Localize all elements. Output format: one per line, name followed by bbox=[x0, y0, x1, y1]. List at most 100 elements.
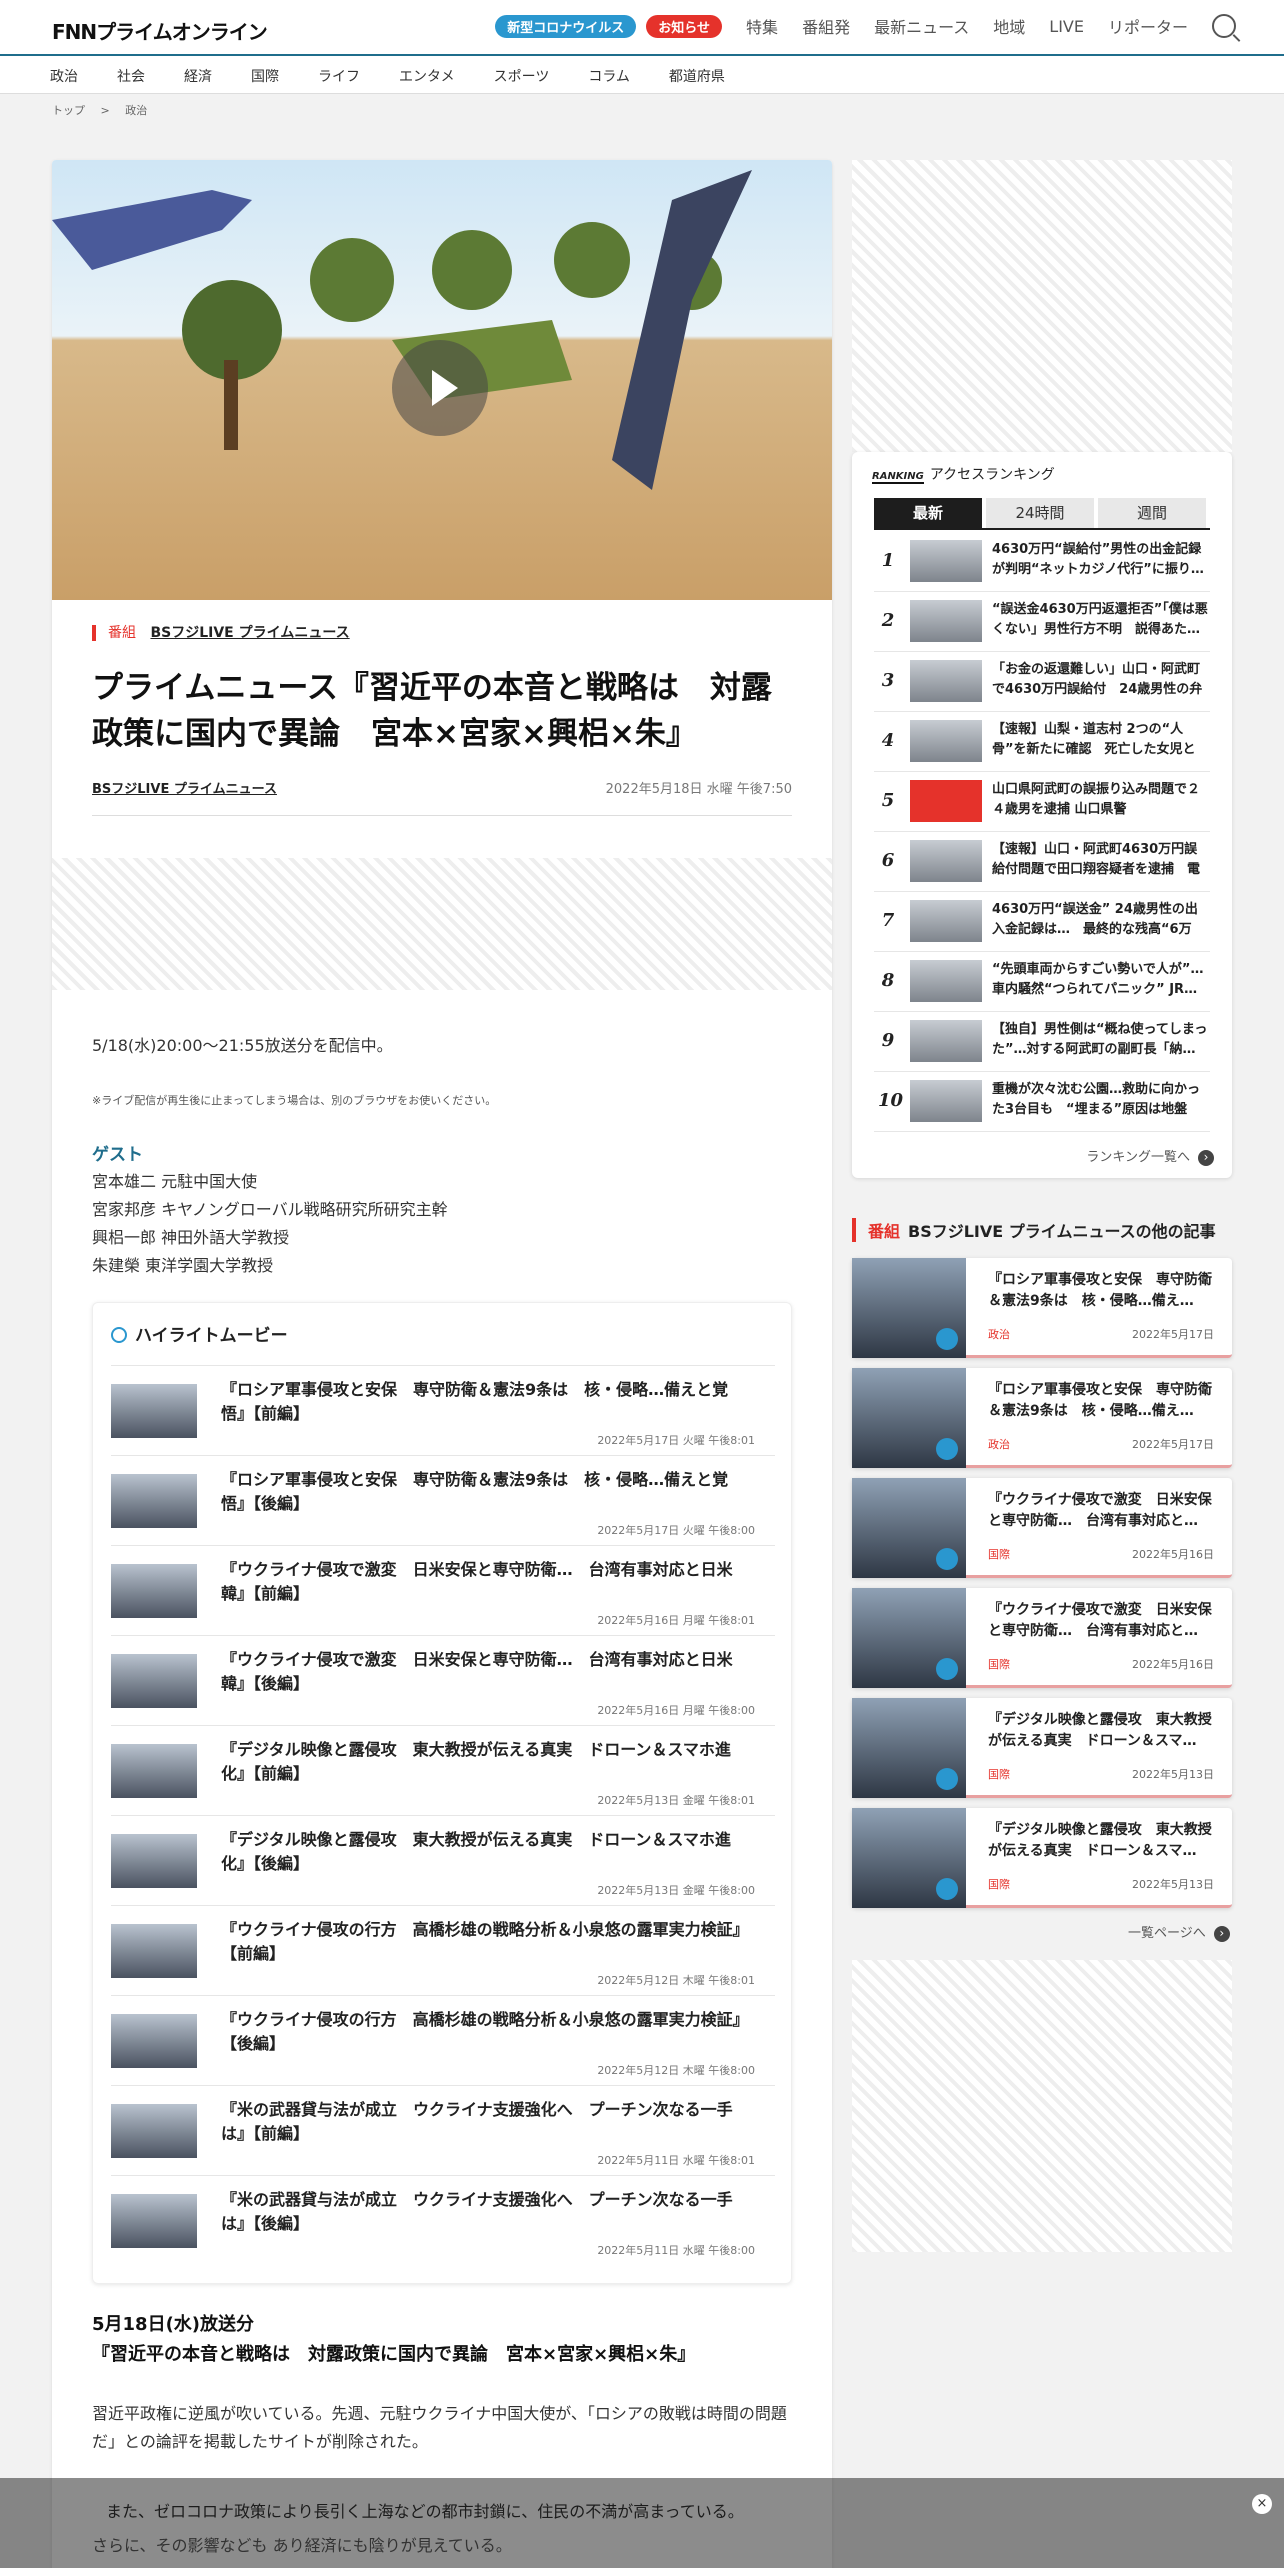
article-paragraph: 習近平政権に逆風が吹いている。先週、元駐ウクライナ中国大使が、「ロシアの敗戦は時… bbox=[92, 2404, 787, 2451]
highlight-item[interactable]: 『米の武器貸与法が成立 ウクライナ支援強化へ プーチン次なる一手は』【後編】 20… bbox=[111, 2175, 775, 2265]
other-article-card[interactable]: 『ロシア軍事侵攻と安保 専守防衛＆憲法9条は 核・侵略…備え… 政治 2022年5月… bbox=[852, 1368, 1232, 1468]
video-thumbnail bbox=[111, 1384, 197, 1438]
ranking-title: 「お金の返還難しい」山口・阿武町で4630万円誤給付 24歳男性の弁護… bbox=[992, 662, 1203, 697]
video-thumbnail bbox=[852, 1258, 966, 1358]
highlight-date: 2022年5月11日 水曜 午後8:00 bbox=[597, 2244, 755, 2257]
card-date: 2022年5月17日 bbox=[1132, 1328, 1214, 1341]
highlight-date: 2022年5月13日 金曜 午後8:00 bbox=[597, 1884, 755, 1897]
nav-item-politics[interactable]: 政治 bbox=[50, 66, 78, 86]
header-link-feature[interactable]: 特集 bbox=[746, 14, 778, 38]
ranking-title: 山口県阿武町の誤振り込み問題で２４歳男を逮捕 山口県警 bbox=[992, 782, 1201, 817]
ranking-item[interactable]: 1 4630万円“誤給付”男性の出金記録が判明“ネットカジノ代行”に振り… bbox=[874, 532, 1210, 592]
video-thumbnail bbox=[111, 2194, 197, 2248]
highlight-date: 2022年5月17日 火曜 午後8:00 bbox=[597, 1524, 755, 1537]
highlight-item[interactable]: 『米の武器貸与法が成立 ウクライナ支援強化へ プーチン次なる一手は』【前編】 20… bbox=[111, 2085, 775, 2175]
video-thumbnail bbox=[111, 1924, 197, 1978]
other-article-card[interactable]: 『デジタル映像と露侵攻 東大教授が伝える真実 ドローン＆スマ… 国際 2022年5月… bbox=[852, 1698, 1232, 1798]
ranking-item[interactable]: 5 山口県阿武町の誤振り込み問題で２４歳男を逮捕 山口県警 bbox=[874, 772, 1210, 832]
card-title: 『デジタル映像と露侵攻 東大教授が伝える真実 ドローン＆スマ… bbox=[988, 1822, 1212, 1859]
video-thumbnail bbox=[111, 2104, 197, 2158]
highlight-item[interactable]: 『ロシア軍事侵攻と安保 専守防衛＆憲法9条は 核・侵略…備えと覚悟』【後編】 20… bbox=[111, 1455, 775, 1545]
header-link-latest[interactable]: 最新ニュース bbox=[874, 14, 969, 38]
highlight-title: 『ウクライナ侵攻の行方 高橋杉雄の戦略分析＆小泉悠の露軍実力検証』【前編】 bbox=[221, 1920, 741, 1963]
nav-item-society[interactable]: 社会 bbox=[117, 66, 145, 86]
nav-item-prefecture[interactable]: 都道府県 bbox=[669, 66, 725, 86]
ranking-thumbnail bbox=[910, 660, 982, 702]
header-link-program[interactable]: 番組発 bbox=[802, 14, 850, 38]
video-player[interactable] bbox=[52, 160, 832, 600]
highlight-item[interactable]: 『ウクライナ侵攻で激変 日米安保と専守防衛… 台湾有事対応と日米韓』【後編】 20… bbox=[111, 1635, 775, 1725]
ranking-item[interactable]: 9 【独自】男性側は“概ね使ってしまった”…対する阿武町の副町長「納… bbox=[874, 1012, 1210, 1072]
nav-item-column[interactable]: コラム bbox=[588, 66, 630, 86]
video-thumbnail bbox=[852, 1368, 966, 1468]
ranking-item[interactable]: 10 重機が次々沈む公園…救助に向かった3台目も “埋まる”原因は地盤の… bbox=[874, 1072, 1210, 1132]
other-article-card[interactable]: 『ロシア軍事侵攻と安保 専守防衛＆憲法9条は 核・侵略…備え… 政治 2022年5月… bbox=[852, 1258, 1232, 1358]
highlight-heading-text: ハイライトムービー bbox=[135, 1326, 288, 1346]
card-title: 『ウクライナ侵攻で激変 日米安保と専守防衛… 台湾有事対応と… bbox=[988, 1602, 1212, 1639]
ranking-item[interactable]: 7 4630万円“誤送金” 24歳男性の出入金記録は… 最終的な残高“6万87… bbox=[874, 892, 1210, 952]
author-link[interactable]: BSフジLIVE プライムニュース bbox=[92, 782, 277, 797]
nav-item-international[interactable]: 国際 bbox=[251, 66, 279, 86]
program-link[interactable]: BSフジLIVE プライムニュース bbox=[150, 625, 349, 641]
ranking-thumbnail bbox=[910, 600, 982, 642]
highlight-item[interactable]: 『デジタル映像と露侵攻 東大教授が伝える真実 ドローン＆スマホ進化』【前編】 20… bbox=[111, 1725, 775, 1815]
card-date: 2022年5月16日 bbox=[1132, 1658, 1214, 1671]
ranking-item[interactable]: 8 “先頭車両からすごい勢いで人が”…車内騒然“つられてパニック” JR… bbox=[874, 952, 1210, 1012]
highlight-movie-box: ハイライトムービー 『ロシア軍事侵攻と安保 専守防衛＆憲法9条は 核・侵略…備え… bbox=[92, 1302, 792, 2284]
other-articles-more-link[interactable]: 一覧ページへ bbox=[1128, 1922, 1230, 1942]
highlight-item[interactable]: 『ウクライナ侵攻の行方 高橋杉雄の戦略分析＆小泉悠の露軍実力検証』【後編】 202… bbox=[111, 1995, 775, 2085]
card-category: 国際 bbox=[988, 1768, 1010, 1781]
highlight-title: 『ウクライナ侵攻で激変 日米安保と専守防衛… 台湾有事対応と日米韓』【前編】 bbox=[221, 1560, 733, 1603]
highlight-date: 2022年5月12日 木曜 午後8:00 bbox=[597, 2064, 755, 2077]
ranking-label: アクセスランキング bbox=[929, 467, 1055, 483]
breadcrumb-current[interactable]: 政治 bbox=[125, 104, 147, 117]
other-article-card[interactable]: 『デジタル映像と露侵攻 東大教授が伝える真実 ドローン＆スマ… 国際 2022年5月… bbox=[852, 1808, 1232, 1908]
other-article-card[interactable]: 『ウクライナ侵攻で激変 日米安保と専守防衛… 台湾有事対応と… 国際 2022年5月… bbox=[852, 1588, 1232, 1688]
article-title: プライムニュース『習近平の本音と戦略は 対露政策に国内で異論 宮本×宮家×興梠×… bbox=[92, 670, 772, 752]
sidebar-ad-slot[interactable] bbox=[852, 160, 1232, 452]
ranking-title: 【独自】男性側は“概ね使ってしまった”…対する阿武町の副町長「納… bbox=[992, 1022, 1208, 1057]
highlight-title: 『ロシア軍事侵攻と安保 専守防衛＆憲法9条は 核・侵略…備えと覚悟』【後編】 bbox=[221, 1470, 729, 1513]
other-article-card[interactable]: 『ウクライナ侵攻で激変 日米安保と専守防衛… 台湾有事対応と… 国際 2022年5月… bbox=[852, 1478, 1232, 1578]
nav-item-entertainment[interactable]: エンタメ bbox=[399, 66, 455, 86]
play-icon[interactable] bbox=[392, 340, 488, 436]
ranking-more-link[interactable]: ランキング一覧へ bbox=[1086, 1146, 1214, 1166]
ranking-heading: RANKING アクセスランキング bbox=[872, 464, 1055, 484]
info-pill[interactable]: お知らせ bbox=[646, 14, 723, 38]
highlight-title: 『ロシア軍事侵攻と安保 専守防衛＆憲法9条は 核・侵略…備えと覚悟』【前編】 bbox=[221, 1380, 729, 1423]
byline: BSフジLIVE プライムニュース 2022年5月18日 水曜 午後7:50 bbox=[92, 778, 792, 816]
tab-24h[interactable]: 24時間 bbox=[986, 498, 1094, 528]
close-icon[interactable]: × bbox=[1252, 2494, 1272, 2514]
nav-item-life[interactable]: ライフ bbox=[318, 66, 360, 86]
tab-latest[interactable]: 最新 bbox=[874, 498, 982, 528]
highlight-item[interactable]: 『デジタル映像と露侵攻 東大教授が伝える真実 ドローン＆スマホ進化』【後編】 20… bbox=[111, 1815, 775, 1905]
ranking-item[interactable]: 6 【速報】山口・阿武町4630万円誤給付問題で田口翔容疑者を逮捕 電子… bbox=[874, 832, 1210, 892]
sidebar-ad-slot[interactable] bbox=[852, 1960, 1232, 2252]
breadcrumb-top[interactable]: トップ bbox=[52, 104, 85, 117]
search-icon[interactable] bbox=[1212, 14, 1236, 38]
highlight-heading: ハイライトムービー bbox=[111, 1321, 288, 1346]
highlight-item[interactable]: 『ロシア軍事侵攻と安保 専守防衛＆憲法9条は 核・侵略…備えと覚悟』【前編】 20… bbox=[111, 1365, 775, 1455]
breadcrumb-sep: > bbox=[100, 104, 110, 117]
highlight-title: 『ウクライナ侵攻の行方 高橋杉雄の戦略分析＆小泉悠の露軍実力検証』【後編】 bbox=[221, 2010, 741, 2053]
corona-pill[interactable]: 新型コロナウイルス bbox=[495, 14, 637, 38]
header-link-live[interactable]: LIVE bbox=[1049, 17, 1084, 36]
ranking-item[interactable]: 2 “誤送金4630万円返還拒否”「僕は悪くない」男性行方不明 説得あた… bbox=[874, 592, 1210, 652]
rank-number: 3 bbox=[881, 670, 895, 691]
site-logo[interactable]: FNNプライムオンライン bbox=[52, 16, 268, 45]
ad-slot[interactable] bbox=[52, 858, 832, 990]
header-link-reporter[interactable]: リポーター bbox=[1108, 14, 1188, 38]
ranking-item[interactable]: 4 【速報】山梨・道志村 2つの“人骨”を新たに確認 死亡した女児との… bbox=[874, 712, 1210, 772]
nav-item-economy[interactable]: 経済 bbox=[184, 66, 212, 86]
highlight-title: 『デジタル映像と露侵攻 東大教授が伝える真実 ドローン＆スマホ進化』【後編】 bbox=[221, 1830, 731, 1873]
header-link-region[interactable]: 地域 bbox=[993, 14, 1025, 38]
card-title: 『ロシア軍事侵攻と安保 専守防衛＆憲法9条は 核・侵略…備え… bbox=[988, 1382, 1212, 1419]
highlight-item[interactable]: 『ウクライナ侵攻の行方 高橋杉雄の戦略分析＆小泉悠の露軍実力検証』【前編】 202… bbox=[111, 1905, 775, 1995]
other-articles-title: BSフジLIVE プライムニュースの他の記事 bbox=[908, 1222, 1216, 1241]
ranking-thumbnail bbox=[910, 960, 982, 1002]
highlight-item[interactable]: 『ウクライナ侵攻で激変 日米安保と専守防衛… 台湾有事対応と日米韓』【前編】 20… bbox=[111, 1545, 775, 1635]
ranking-item[interactable]: 3 「お金の返還難しい」山口・阿武町で4630万円誤給付 24歳男性の弁護… bbox=[874, 652, 1210, 712]
tab-weekly[interactable]: 週間 bbox=[1098, 498, 1206, 528]
nav-item-sports[interactable]: スポーツ bbox=[494, 66, 550, 86]
guest-item: 宮本雄二 元駐中国大使 bbox=[92, 1172, 258, 1191]
